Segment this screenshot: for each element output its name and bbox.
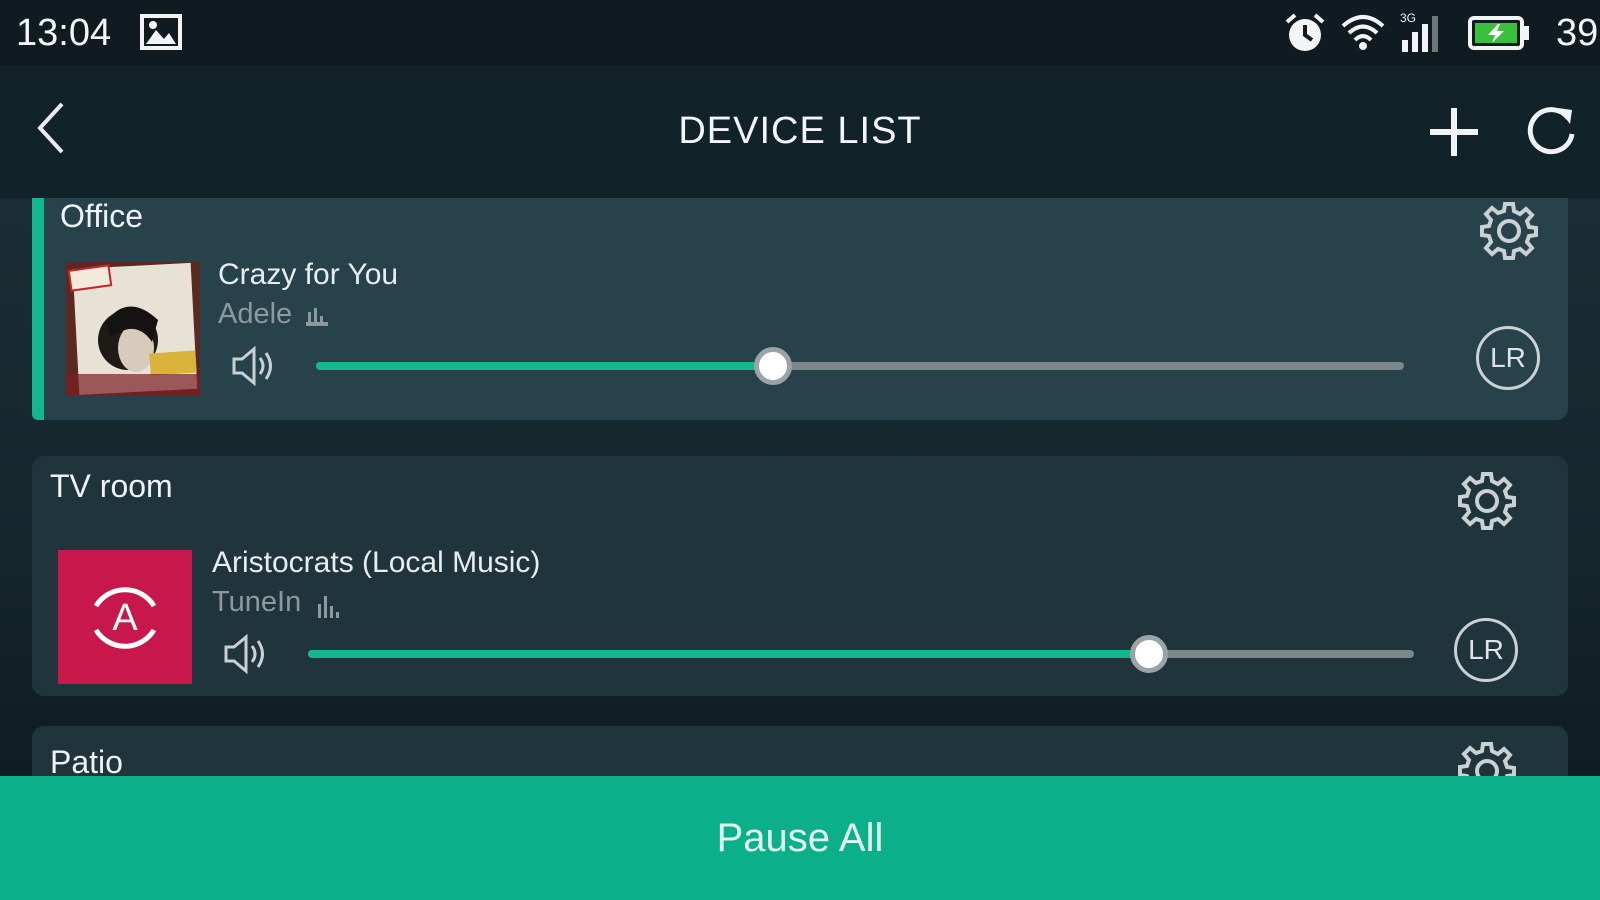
channel-button[interactable]: LR — [1476, 326, 1540, 390]
track-title: Aristocrats (Local Music) — [212, 546, 541, 579]
gear-icon[interactable] — [1454, 738, 1520, 776]
art-letter: A — [112, 597, 138, 639]
header: DEVICE LIST — [0, 66, 1600, 198]
channel-button[interactable]: LR — [1454, 618, 1518, 682]
track-title: Crazy for You — [218, 258, 399, 291]
plus-icon — [1430, 108, 1478, 156]
pause-all-button[interactable]: Pause All — [0, 776, 1600, 900]
battery-charging-icon — [1468, 16, 1530, 55]
active-indicator — [32, 198, 44, 420]
signal-icon: 3G — [1400, 10, 1448, 59]
track-artist: Adele — [218, 298, 293, 330]
volume-slider[interactable] — [316, 346, 1404, 386]
slider-fill — [316, 362, 773, 370]
status-bar: 13:04 3G 39 — [0, 0, 1600, 66]
equalizer-icon — [304, 304, 330, 335]
alarm-icon — [1284, 12, 1326, 59]
add-device-button[interactable] — [1426, 104, 1482, 160]
gear-icon[interactable] — [1454, 468, 1520, 539]
volume-slider[interactable] — [308, 634, 1414, 674]
svg-text:3G: 3G — [1400, 11, 1416, 25]
device-card-office[interactable]: Office Crazy for You Adele LR — [32, 198, 1568, 420]
room-name: Patio — [50, 744, 123, 776]
album-art[interactable]: A — [58, 550, 192, 684]
device-list[interactable]: Office Crazy for You Adele LR TV room A … — [0, 198, 1600, 776]
slider-thumb[interactable] — [1129, 635, 1168, 673]
battery-level: 39 — [1556, 12, 1599, 54]
room-name: TV room — [50, 468, 173, 504]
status-time: 13:04 — [16, 12, 112, 54]
slider-thumb[interactable] — [753, 347, 792, 385]
device-card-tv-room[interactable]: TV room A Aristocrats (Local Music) Tune… — [32, 456, 1568, 696]
refresh-button[interactable] — [1524, 104, 1580, 160]
page-title: DEVICE LIST — [678, 110, 922, 152]
room-name: Office — [60, 198, 143, 234]
volume-icon[interactable] — [222, 632, 272, 681]
wifi-icon — [1340, 12, 1386, 57]
gear-icon[interactable] — [1476, 198, 1542, 269]
album-art[interactable] — [66, 262, 200, 396]
gallery-icon — [140, 14, 182, 55]
slider-fill — [308, 650, 1149, 658]
track-artist: TuneIn — [212, 586, 302, 618]
equalizer-icon — [316, 594, 344, 625]
refresh-icon — [1527, 107, 1575, 155]
device-card-patio[interactable]: Patio — [32, 726, 1568, 776]
volume-icon[interactable] — [230, 344, 280, 393]
